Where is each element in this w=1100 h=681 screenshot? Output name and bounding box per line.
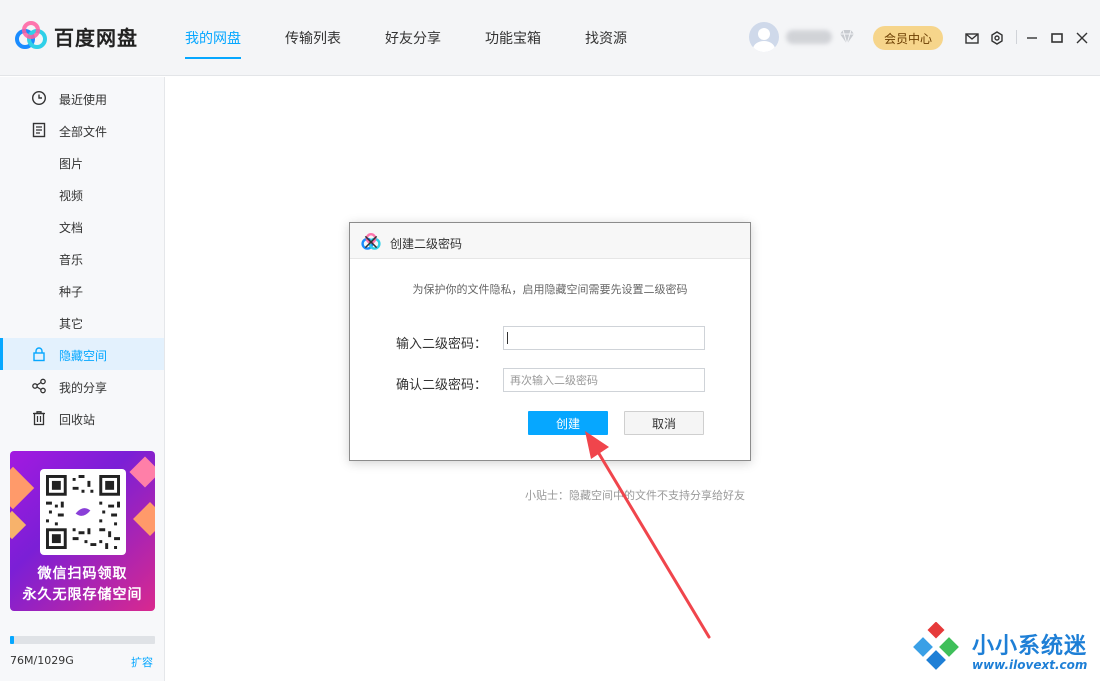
clock-icon: [31, 90, 47, 106]
close-icon[interactable]: [360, 233, 382, 251]
tab-toolbox[interactable]: 功能宝箱: [472, 0, 554, 76]
storage-quota-bar: [10, 636, 155, 644]
sidebar-item-label: 全部文件: [59, 125, 108, 139]
sidebar-item-my-shares[interactable]: 我的分享: [0, 370, 164, 402]
minimize-button[interactable]: [1024, 29, 1040, 47]
sidebar-item-music[interactable]: 音乐: [0, 242, 164, 274]
tab-my-disk[interactable]: 我的网盘: [172, 0, 254, 76]
settings-button[interactable]: [989, 29, 1005, 47]
sidebar-item-label: 隐藏空间: [59, 349, 108, 363]
sidebar-item-label: 最近使用: [59, 93, 108, 107]
sidebar-item-label: 回收站: [59, 413, 96, 427]
sidebar-item-others[interactable]: 其它: [0, 306, 164, 338]
create-button[interactable]: 创建: [528, 411, 608, 435]
dialog-title: 创建二级密码: [390, 237, 463, 251]
title-bar: 百度网盘 我的网盘 传输列表 好友分享 功能宝箱 找资源 会员中心: [0, 0, 1100, 76]
tab-label: 传输列表: [285, 31, 341, 47]
sidebar: 最近使用 全部文件 图片 视频 文档 音乐 种子 其它 隐藏空间 我的分享 回收…: [0, 77, 165, 681]
site-watermark: 小小系统迷 www.ilovext.com: [908, 622, 1098, 678]
sidebar-item-recent[interactable]: 最近使用: [0, 82, 164, 114]
title-bar-divider: [1016, 30, 1017, 44]
sidebar-item-all-files[interactable]: 全部文件: [0, 114, 164, 146]
sidebar-item-recycle-bin[interactable]: 回收站: [0, 402, 164, 434]
sidebar-item-label: 视频: [59, 189, 84, 203]
tab-label: 功能宝箱: [485, 31, 541, 47]
lock-icon: [33, 347, 45, 362]
baidu-netdisk-logo-icon: [15, 21, 47, 49]
hidden-space-tip: 小贴士：隐藏空间中的文件不支持分享给好友: [525, 489, 745, 502]
watermark-cn-text: 小小系统迷: [972, 634, 1088, 659]
maximize-icon: [1051, 33, 1063, 43]
promo-line-2: 永久无限存储空间: [22, 587, 143, 603]
sidebar-item-images[interactable]: 图片: [0, 146, 164, 178]
password-label: 输入二级密码：: [396, 337, 488, 352]
vip-center-button[interactable]: 会员中心: [873, 26, 943, 50]
sidebar-item-label: 音乐: [59, 253, 84, 267]
maximize-button[interactable]: [1049, 29, 1065, 47]
promo-decoration: [129, 456, 155, 488]
gear-icon: [991, 31, 1003, 45]
app-name: 百度网盘: [54, 25, 138, 50]
sidebar-item-label: 我的分享: [59, 381, 108, 395]
close-button[interactable]: [1074, 29, 1090, 47]
mail-icon: [965, 33, 979, 44]
text-caret: [507, 332, 508, 344]
promo-decoration: [133, 502, 155, 536]
sidebar-item-torrents[interactable]: 种子: [0, 274, 164, 306]
avatar[interactable]: [749, 22, 779, 52]
close-icon: [1076, 32, 1088, 44]
app-logo: 百度网盘: [14, 20, 138, 52]
create-password-dialog: 创建二级密码 为保护你的文件隐私，启用隐藏空间需要先设置二级密码 输入二级密码：…: [349, 222, 751, 461]
dialog-description: 为保护你的文件隐私，启用隐藏空间需要先设置二级密码: [412, 283, 688, 296]
minimize-icon: [1027, 37, 1037, 39]
main-nav: 我的网盘 传输列表 好友分享 功能宝箱 找资源: [172, 0, 658, 76]
tab-friend-share[interactable]: 好友分享: [372, 0, 454, 76]
tab-label: 好友分享: [385, 31, 441, 47]
promo-line-1: 微信扫码领取: [37, 566, 128, 582]
sidebar-item-videos[interactable]: 视频: [0, 178, 164, 210]
qr-code: [40, 469, 126, 555]
confirm-password-input[interactable]: [503, 368, 705, 392]
sidebar-item-documents[interactable]: 文档: [0, 210, 164, 242]
storage-quota-text: 76M/1029G: [10, 654, 74, 667]
tab-label: 找资源: [585, 31, 627, 47]
promo-banner[interactable]: 微信扫码领取 永久无限存储空间: [10, 451, 155, 611]
password-input[interactable]: [503, 326, 705, 350]
cancel-button[interactable]: 取消: [624, 411, 704, 435]
sidebar-item-label: 文档: [59, 221, 84, 235]
confirm-password-label: 确认二级密码：: [396, 378, 488, 393]
tab-transfer-list[interactable]: 传输列表: [272, 0, 354, 76]
share-icon: [32, 378, 46, 394]
watermark-logo-icon: [913, 622, 959, 670]
diamond-icon[interactable]: [838, 28, 856, 46]
sidebar-item-hidden-space[interactable]: 隐藏空间: [0, 338, 164, 370]
promo-decoration: [10, 510, 27, 540]
sidebar-item-label: 种子: [59, 285, 84, 299]
username-blurred[interactable]: [786, 30, 832, 44]
expand-storage-link[interactable]: 扩容: [131, 654, 153, 670]
sidebar-item-label: 图片: [59, 157, 84, 171]
tab-find-resources[interactable]: 找资源: [572, 0, 640, 76]
storage-quota-fill: [10, 636, 15, 644]
promo-decoration: [10, 466, 35, 510]
watermark-url-text: www.ilovext.com: [972, 658, 1088, 672]
tab-label: 我的网盘: [185, 31, 241, 47]
sidebar-item-label: 其它: [59, 317, 84, 331]
trash-icon: [33, 411, 45, 426]
document-icon: [32, 122, 46, 138]
dialog-header: 创建二级密码: [350, 223, 750, 259]
qr-code-icon: [46, 475, 120, 549]
mail-button[interactable]: [964, 29, 980, 47]
